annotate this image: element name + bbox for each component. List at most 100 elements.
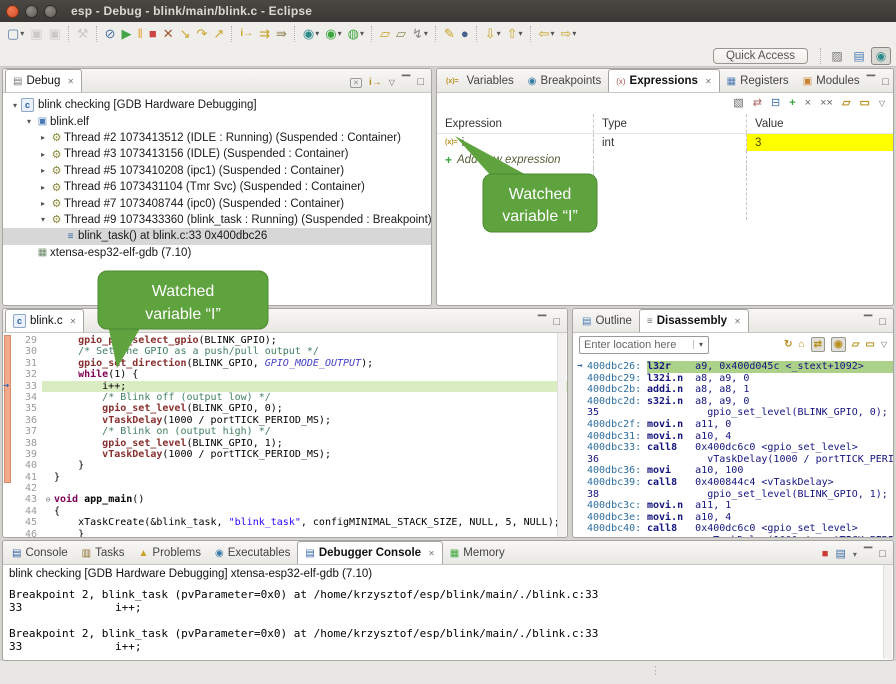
collapse-icon[interactable]: ▾ bbox=[9, 101, 21, 110]
close-icon[interactable]: ✕ bbox=[428, 549, 435, 558]
disassembly-row[interactable]: 35 gpio_set_level(BLINK_GPIO, 0); bbox=[573, 407, 893, 419]
show-logical-structure-icon[interactable]: ⇄ bbox=[753, 98, 762, 109]
instruction-stepping-button[interactable]: i→ bbox=[238, 24, 255, 44]
line-number[interactable]: 34 bbox=[3, 392, 42, 403]
code-line[interactable]: 38 gpio_set_level(BLINK_GPIO, 1); bbox=[3, 438, 567, 449]
disassembly-row[interactable]: 400dbc29:l32i.n a8, a9, 0 bbox=[573, 373, 893, 385]
open-perspective-icon[interactable]: ▨ bbox=[827, 47, 847, 65]
view-menu-icon[interactable]: ▽ bbox=[881, 339, 887, 350]
disconnect-button[interactable]: ✕ bbox=[161, 24, 176, 44]
code-line[interactable]: 37 /* Blink on (output high) */ bbox=[3, 426, 567, 437]
last-edit-location-button[interactable]: ⇩▾ bbox=[483, 24, 503, 44]
debug-tree-row[interactable]: ▸⚙Thread #3 1073413156 (IDLE) (Suspended… bbox=[3, 146, 431, 162]
editor-content[interactable]: 29 gpio_pad_select_gpio(BLINK_GPIO);30 /… bbox=[3, 333, 567, 537]
tab-problems[interactable]: ▲ Problems bbox=[132, 542, 208, 564]
line-number[interactable]: 29 bbox=[3, 335, 42, 346]
disassembly-row[interactable]: 400dbc36:movi a10, 100 bbox=[573, 465, 893, 477]
editor-scrollbar[interactable] bbox=[557, 333, 566, 537]
maximize-icon[interactable]: □ bbox=[879, 549, 886, 560]
debug-tree-row[interactable]: ▸⚙Thread #7 1073408744 (ipc0) (Suspended… bbox=[3, 195, 431, 211]
column-type[interactable]: Type bbox=[594, 114, 747, 133]
disassembly-row[interactable]: 400dbc39:call8 0x400844c4 <vTaskDelay> bbox=[573, 477, 893, 489]
code-line[interactable]: 35 gpio_set_level(BLINK_GPIO, 0); bbox=[3, 403, 567, 414]
line-number[interactable]: 39 bbox=[3, 449, 42, 460]
tab-outline[interactable]: ▤ Outline bbox=[575, 310, 639, 332]
code-line[interactable]: 44{ bbox=[3, 506, 567, 517]
profile-button[interactable]: ◍▾ bbox=[346, 24, 366, 44]
close-icon[interactable]: ✕ bbox=[70, 317, 77, 326]
debug-tree-row[interactable]: ▦xtensa-esp32-elf-gdb (7.10) bbox=[3, 245, 431, 261]
tab-blink-c[interactable]: c blink.c ✕ bbox=[5, 309, 84, 332]
show-type-names-icon[interactable]: ▧ bbox=[733, 98, 743, 109]
view-menu-icon[interactable]: ▽ bbox=[879, 98, 885, 109]
maximize-icon[interactable]: □ bbox=[553, 317, 560, 328]
minimize-icon[interactable]: ▔ bbox=[864, 317, 872, 328]
disassembly-row[interactable]: 36 vTaskDelay(1000 / portTICK_PERI bbox=[573, 454, 893, 466]
open-project-button[interactable]: ▱ bbox=[394, 24, 408, 44]
disassembly-content[interactable]: →400dbc26:l32r a9, 0x400d045c <_stext+10… bbox=[573, 357, 893, 537]
disassembly-row[interactable]: →400dbc26:l32r a9, 0x400d045c <_stext+10… bbox=[573, 361, 893, 373]
disassembly-row[interactable]: 400dbc2b:addi.n a8, a8, 1 bbox=[573, 384, 893, 396]
expand-icon[interactable]: ▸ bbox=[37, 183, 49, 192]
tab-variables[interactable]: (x)= Variables bbox=[439, 70, 521, 92]
expression-value[interactable]: 3 bbox=[747, 134, 893, 151]
close-icon[interactable]: ✕ bbox=[705, 77, 712, 86]
line-number[interactable]: 46 bbox=[3, 529, 42, 537]
close-window-button[interactable] bbox=[6, 5, 19, 18]
minimize-icon[interactable]: ▔ bbox=[864, 549, 872, 560]
minimize-icon[interactable]: ▔ bbox=[402, 77, 410, 88]
collapse-all-icon[interactable]: ⊟ bbox=[771, 98, 780, 109]
maximize-window-button[interactable] bbox=[44, 5, 57, 18]
pin-view-icon[interactable]: ▭ bbox=[865, 339, 874, 350]
line-number[interactable]: 45 bbox=[3, 517, 42, 528]
console-dropdown-icon[interactable]: ▾ bbox=[853, 549, 857, 560]
new-view-icon[interactable]: ▱ bbox=[852, 339, 860, 350]
line-number[interactable]: 36 bbox=[3, 415, 42, 426]
line-number[interactable]: 38 bbox=[3, 438, 42, 449]
debug-tree-row[interactable]: ▾⚙Thread #9 1073433360 (blink_task : Run… bbox=[3, 212, 431, 228]
debug-tree-row[interactable]: ▸⚙Thread #2 1073413512 (IDLE : Running) … bbox=[3, 130, 431, 146]
display-selected-console-icon[interactable]: ▤ bbox=[835, 549, 845, 560]
terminate-icon[interactable]: ■ bbox=[822, 549, 829, 560]
save-all-button[interactable]: ▣ bbox=[47, 24, 63, 44]
step-filters-button[interactable]: ⇉ bbox=[257, 24, 272, 44]
code-line[interactable]: 32 while(1) { bbox=[3, 369, 567, 380]
line-number[interactable]: 41 bbox=[3, 472, 42, 483]
tab-debug[interactable]: ▤ Debug ✕ bbox=[5, 69, 82, 92]
forward-button[interactable]: ⇨▾ bbox=[558, 24, 578, 44]
refresh-icon[interactable]: ↻ bbox=[784, 339, 792, 350]
new-wizard-button[interactable]: ▢▾ bbox=[5, 24, 26, 44]
code-line[interactable]: →33 i++; bbox=[3, 381, 567, 392]
remove-all-terminated-icon[interactable]: ✕ bbox=[350, 78, 362, 88]
disassembly-row[interactable]: 400dbc2f:movi.n a11, 0 bbox=[573, 419, 893, 431]
location-combo[interactable]: Enter location here ▾ bbox=[579, 336, 709, 354]
debug-tree-row[interactable]: ▸⚙Thread #5 1073410208 (ipc1) (Suspended… bbox=[3, 163, 431, 179]
collapse-icon[interactable]: ▾ bbox=[23, 117, 35, 126]
location-input[interactable]: Enter location here bbox=[580, 339, 693, 351]
code-line[interactable]: 31 gpio_set_direction(BLINK_GPIO, GPIO_M… bbox=[3, 358, 567, 369]
column-value[interactable]: Value bbox=[747, 114, 893, 133]
debug-tree-row[interactable]: ▾▣blink.elf bbox=[3, 113, 431, 129]
pin-view-icon[interactable]: ▭ bbox=[859, 98, 869, 109]
line-number[interactable]: 44 bbox=[3, 506, 42, 517]
terminate-button[interactable]: ■ bbox=[147, 24, 159, 44]
tab-disassembly[interactable]: ≡ Disassembly ✕ bbox=[639, 309, 749, 332]
step-into-button[interactable]: ↘ bbox=[178, 24, 193, 44]
code-line[interactable]: 46 } bbox=[3, 529, 567, 537]
quick-access-button[interactable]: Quick Access bbox=[713, 48, 808, 64]
disassembly-row[interactable]: 400dbc3e:movi.n a10, 4 bbox=[573, 512, 893, 524]
expand-icon[interactable]: ▸ bbox=[37, 133, 49, 142]
minimize-window-button[interactable] bbox=[25, 5, 38, 18]
code-line[interactable]: 45 xTaskCreate(&blink_task, "blink_task"… bbox=[3, 517, 567, 528]
new-project-button[interactable]: ▱ bbox=[378, 24, 392, 44]
debug-tree-row[interactable]: ▸⚙Thread #6 1073431104 (Tmr Svc) (Suspen… bbox=[3, 179, 431, 195]
tab-breakpoints[interactable]: ◉ Breakpoints bbox=[521, 70, 608, 92]
sync-selection-icon[interactable]: ⇄ bbox=[811, 337, 825, 352]
disassembly-row[interactable]: vTaskDelay(1000 / portTICK_PERI bbox=[573, 535, 893, 537]
skip-all-breakpoints-button[interactable]: ⊘ bbox=[103, 24, 118, 44]
expand-icon[interactable]: ▸ bbox=[37, 150, 49, 159]
line-number[interactable]: 35 bbox=[3, 403, 42, 414]
tab-modules[interactable]: ▣ Modules bbox=[796, 70, 867, 92]
code-line[interactable]: 34 /* Blink off (output low) */ bbox=[3, 392, 567, 403]
disassembly-row[interactable]: 400dbc31:movi.n a10, 4 bbox=[573, 431, 893, 443]
